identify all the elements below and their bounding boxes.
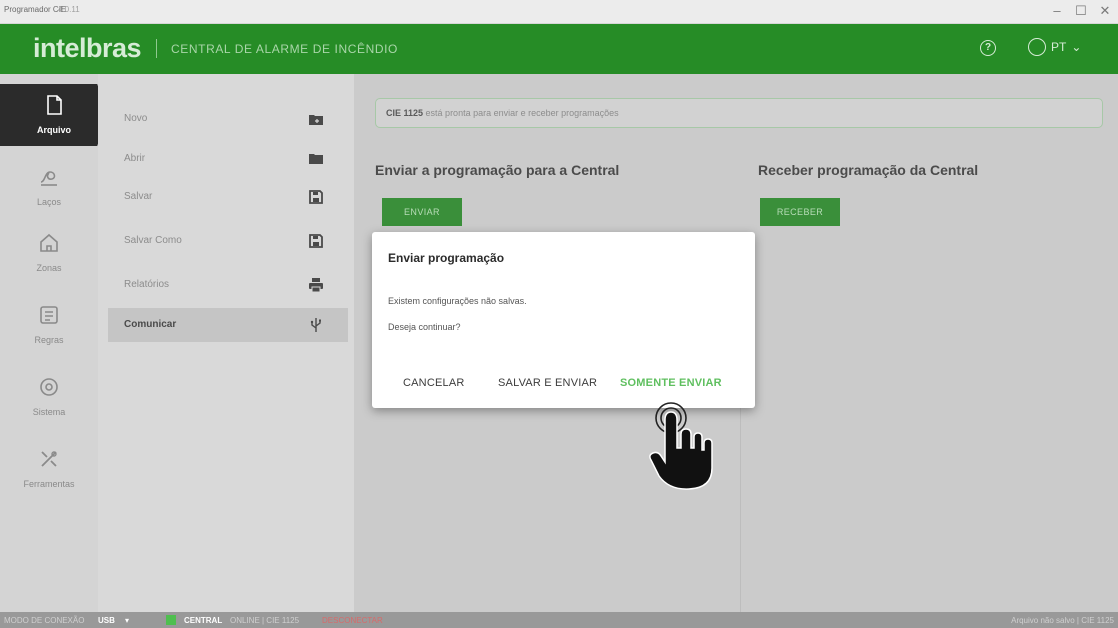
central-label: CENTRAL (184, 616, 223, 625)
dialog-message-2: Deseja continuar? (388, 322, 461, 332)
send-button[interactable]: ENVIAR (382, 198, 462, 226)
cancel-button[interactable]: CANCELAR (403, 377, 465, 389)
hand-pointer-icon (649, 402, 713, 490)
save-and-send-button[interactable]: SALVAR E ENVIAR (498, 377, 597, 389)
app-subtitle: CENTRAL DE ALARME DE INCÊNDIO (171, 42, 398, 56)
nav-label: Arquivo (36, 125, 71, 135)
language-label: PT (1051, 40, 1067, 54)
file-menu: Novo Abrir Salvar Salvar Como Relatórios… (98, 74, 354, 612)
maximize-button[interactable]: ☐ (1074, 3, 1088, 19)
menu-item-label: Salvar (124, 191, 153, 202)
dialog-message-1: Existem configurações não salvas. (388, 296, 527, 306)
receive-section-title: Receber programação da Central (758, 162, 979, 178)
side-navigation: Arquivo Laços Zonas Regras Sistema Ferra… (0, 74, 108, 612)
tools-icon (41, 451, 57, 467)
nav-label: Sistema (32, 407, 66, 417)
menu-item-comunicar[interactable]: Comunicar (108, 308, 348, 342)
nav-item-lacos[interactable]: Laços (0, 156, 98, 218)
receive-button[interactable]: RECEBER (760, 198, 840, 226)
rules-icon (40, 306, 58, 324)
nav-item-regras[interactable]: Regras (0, 294, 98, 356)
app-header: intelbras CENTRAL DE ALARME DE INCÊNDIO … (0, 24, 1118, 74)
menu-item-label: Salvar Como (124, 235, 182, 246)
nav-item-sistema[interactable]: Sistema (0, 366, 98, 428)
menu-item-label: Abrir (124, 153, 146, 164)
file-icon (47, 95, 62, 115)
loop-icon (40, 171, 57, 186)
nav-item-arquivo[interactable]: Arquivo (0, 84, 108, 146)
connection-mode-label: MODO DE CONEXÃO (4, 616, 85, 625)
send-section-title: Enviar a programação para a Central (375, 162, 620, 178)
print-icon (309, 278, 323, 293)
header-divider (156, 39, 157, 58)
menu-item-salvar-como[interactable]: Salvar Como (108, 224, 348, 258)
menu-item-novo[interactable]: Novo (108, 102, 348, 136)
status-footer: MODO DE CONEXÃO USB ▾ CENTRAL ONLINE | C… (0, 612, 1118, 628)
only-send-button[interactable]: SOMENTE ENVIAR (620, 377, 722, 389)
connection-status-message: CIE 1125 está pronta para enviar e receb… (375, 98, 1103, 128)
window-title: Programador CIE (4, 5, 67, 14)
window-title-bar: Programador CIE 4.0.11 – ☐ ✕ (0, 0, 1118, 24)
folder-icon (309, 154, 323, 164)
central-state: ONLINE | CIE 1125 (230, 616, 300, 625)
usb-icon (310, 318, 321, 332)
close-button[interactable]: ✕ (1098, 3, 1112, 19)
chevron-down-icon: ⌄ (1071, 40, 1082, 54)
new-folder-icon (309, 115, 323, 125)
brand-logo: intelbras (33, 33, 142, 63)
menu-item-label: Comunicar (124, 319, 177, 330)
menu-item-label: Novo (124, 113, 148, 124)
window-controls: – ☐ ✕ (1050, 3, 1112, 19)
status-model: CIE 1125 (386, 108, 424, 118)
file-status: Arquivo não salvo | CIE 1125 (1011, 616, 1114, 625)
nav-label: Laços (36, 197, 62, 207)
nav-label: Zonas (36, 263, 62, 273)
connection-mode-value[interactable]: USB (98, 616, 115, 625)
status-text: está pronta para enviar e receber progra… (425, 108, 619, 118)
menu-item-salvar[interactable]: Salvar (108, 180, 348, 214)
status-message: CIE 1125 está pronta para enviar e receb… (386, 108, 619, 118)
globe-icon (1028, 38, 1046, 56)
menu-item-abrir[interactable]: Abrir (108, 142, 348, 176)
dialog-title: Enviar programação (388, 251, 505, 265)
save-as-icon (309, 234, 323, 248)
window-version: 4.0.11 (58, 5, 80, 14)
save-icon (309, 190, 323, 204)
nav-label: Regras (34, 335, 64, 345)
gear-icon (40, 378, 58, 396)
nav-item-ferramentas[interactable]: Ferramentas (0, 438, 98, 500)
nav-item-zonas[interactable]: Zonas (0, 222, 98, 284)
help-icon[interactable]: ? (980, 40, 996, 56)
connection-mode-caret[interactable]: ▾ (125, 616, 129, 625)
nav-label: Ferramentas (23, 479, 75, 489)
minimize-button[interactable]: – (1050, 3, 1064, 19)
home-icon (40, 233, 58, 252)
online-indicator (166, 615, 176, 625)
language-selector[interactable]: PT ⌄ (1028, 38, 1081, 56)
send-confirmation-dialog: Enviar programação Existem configurações… (372, 232, 755, 408)
menu-item-label: Relatórios (124, 279, 170, 290)
disconnect-link[interactable]: DESCONECTAR (322, 616, 383, 625)
menu-item-relatorios[interactable]: Relatórios (108, 268, 348, 302)
